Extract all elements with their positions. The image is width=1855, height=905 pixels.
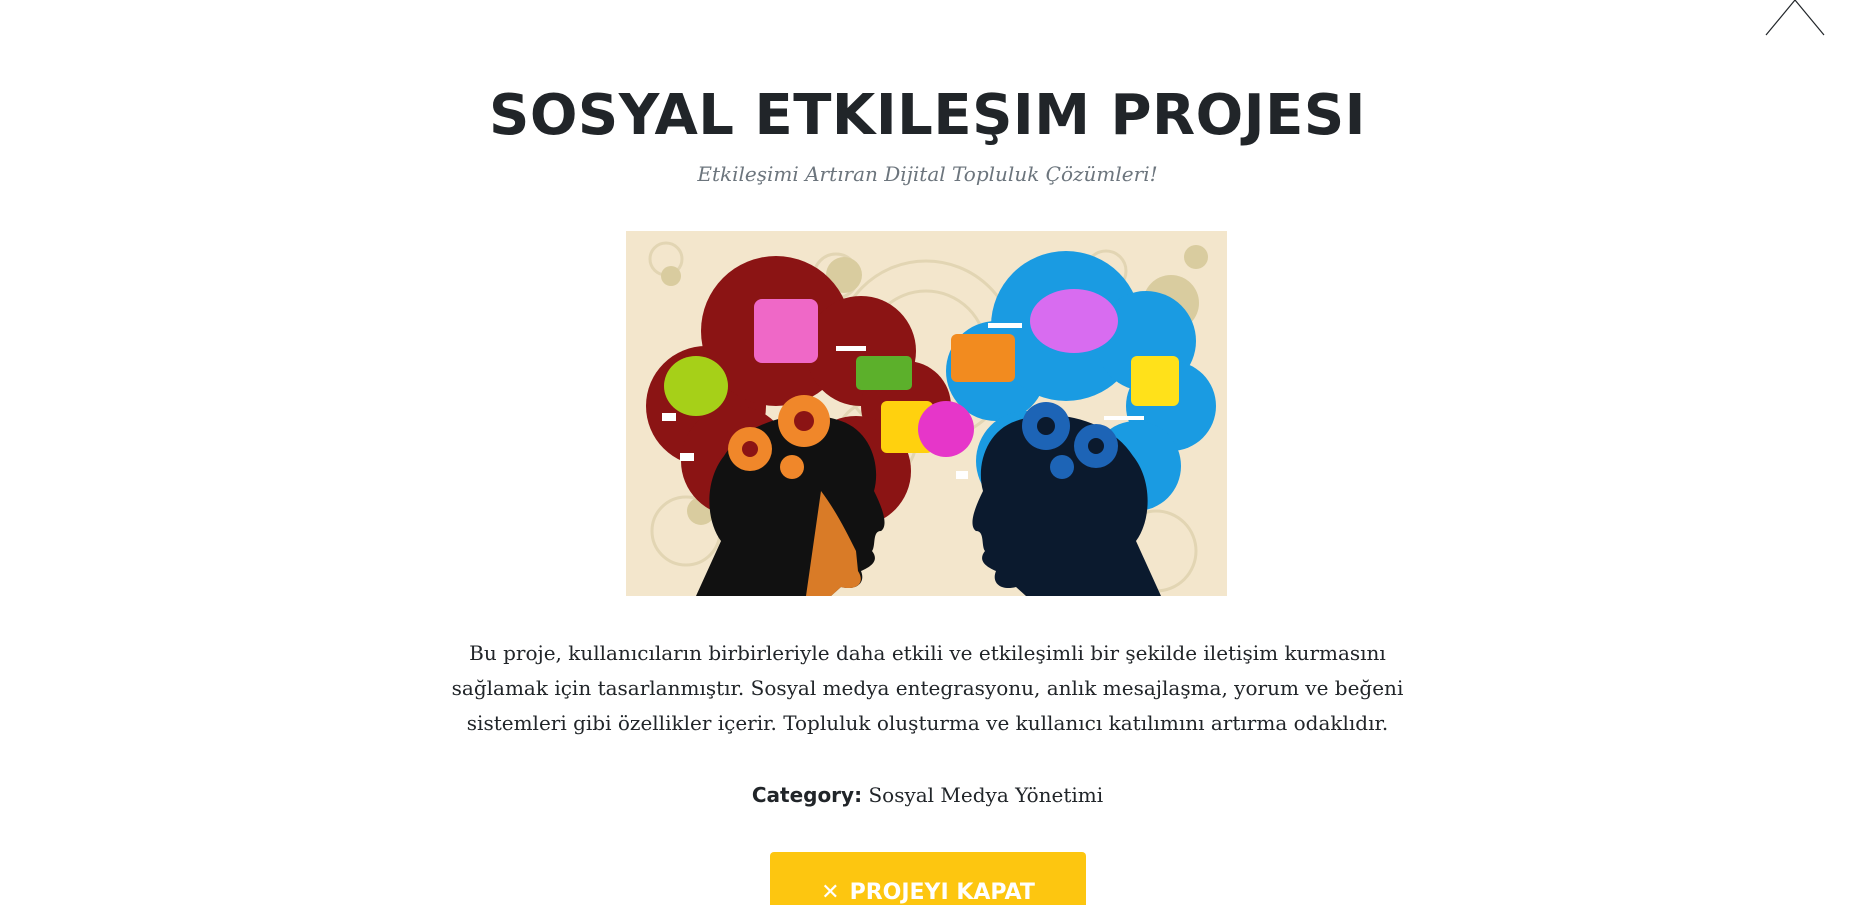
project-image [626,231,1227,596]
close-project-label: PROJEYI KAPAT [849,880,1035,905]
modal-close-icon[interactable] [1765,0,1825,36]
project-title: SOSYAL ETKILEŞIM PROJESI [488,83,1367,148]
project-description: Bu proje, kullanıcıların birbirleriyle d… [451,641,1404,735]
close-icon: ✕ [821,880,840,905]
close-project-button[interactable]: ✕ PROJEYI KAPAT [770,852,1086,905]
project-category: Category: Sosyal Medya Yönetimi [0,780,1855,810]
category-value: Sosyal Medya Yönetimi [868,783,1104,807]
category-label: Category: [751,783,863,807]
project-subtitle: Etkileşimi Artıran Dijital Topluluk Çözü… [697,162,1158,186]
